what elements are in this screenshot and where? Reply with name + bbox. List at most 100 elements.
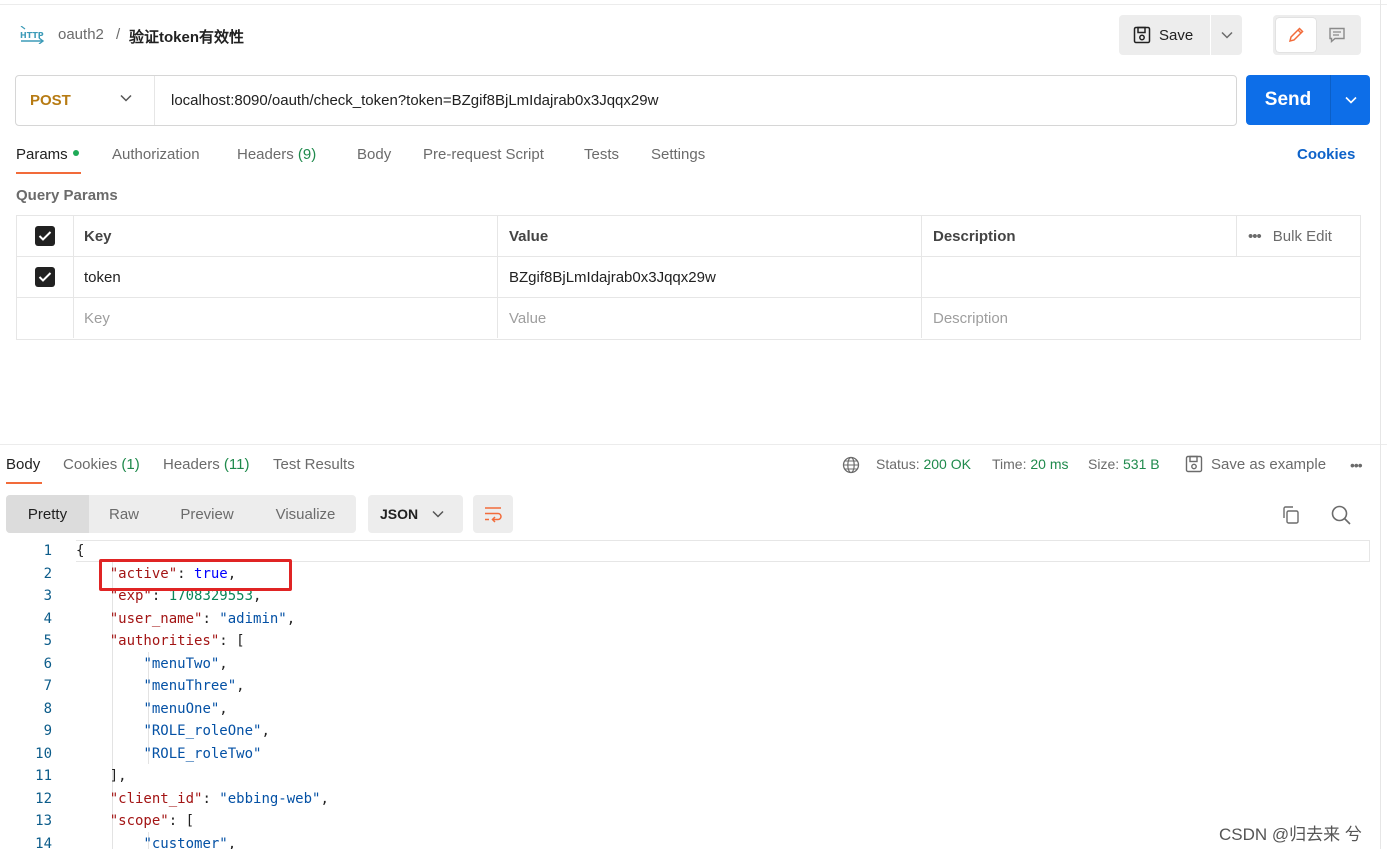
bulk-edit-link[interactable]: Bulk Edit xyxy=(1273,228,1332,245)
status-value: 200 OK xyxy=(923,456,971,472)
cookies-link[interactable]: Cookies xyxy=(1297,146,1355,163)
comment-mode-button[interactable] xyxy=(1316,18,1358,52)
line-number: 8 xyxy=(43,700,52,717)
status-readout[interactable]: Status: 200 OK xyxy=(876,456,971,472)
url-input[interactable]: localhost:8090/oauth/check_token?token=B… xyxy=(155,92,658,109)
view-visualize-button[interactable]: Visualize xyxy=(255,495,356,533)
check-icon xyxy=(38,231,52,241)
method-select[interactable]: POST xyxy=(16,76,155,125)
column-header-description: Description xyxy=(922,216,1237,256)
table-row: token BZgif8BjLmIdajrab0x3Jqqx29w xyxy=(17,257,1360,298)
column-header-key: Key xyxy=(74,216,498,256)
new-key-input[interactable]: Key xyxy=(74,298,498,338)
chevron-down-icon xyxy=(120,94,132,102)
code-line-text: "authorities": [ xyxy=(109,633,245,649)
line-number: 4 xyxy=(43,610,52,627)
tab-authorization[interactable]: Authorization xyxy=(112,146,200,163)
code-line-text: "menuThree", xyxy=(143,678,245,694)
line-number: 7 xyxy=(43,678,52,694)
view-mode-group: Pretty Raw Preview Visualize xyxy=(6,495,356,533)
new-description-input[interactable]: Description xyxy=(922,298,1360,338)
method-label: POST xyxy=(30,92,71,109)
tab-headers[interactable]: Headers (9) xyxy=(237,146,316,163)
table-header-row: Key Value Description ••• Bulk Edit xyxy=(17,216,1360,257)
line-number: 10 xyxy=(35,745,52,762)
line-number: 1 xyxy=(43,543,52,559)
request-tabs: Params Authorization Headers (9) Body Pr… xyxy=(0,138,1387,176)
code-line-text: "customer", xyxy=(143,835,237,849)
size-value: 531 B xyxy=(1123,456,1160,472)
breadcrumb-separator: / xyxy=(116,26,121,43)
code-line-text: { xyxy=(76,543,85,559)
http-request-icon: HTTP xyxy=(20,26,45,44)
copy-icon[interactable] xyxy=(1281,505,1301,525)
save-button[interactable]: Save xyxy=(1119,15,1210,55)
tab-prerequest-script[interactable]: Pre-request Script xyxy=(423,146,544,163)
tab-body[interactable]: Body xyxy=(357,146,391,163)
response-tab-headers[interactable]: Headers (11) xyxy=(163,456,249,473)
breadcrumb-collection[interactable]: oauth2 xyxy=(58,26,104,43)
size-readout[interactable]: Size: 531 B xyxy=(1088,456,1160,472)
row-checkbox-cell xyxy=(17,257,74,297)
time-value: 20 ms xyxy=(1030,456,1069,472)
size-label: Size: xyxy=(1088,456,1120,472)
request-name[interactable]: 验证token有效性 xyxy=(129,26,244,47)
send-options-button[interactable] xyxy=(1330,75,1370,125)
format-select[interactable]: JSON xyxy=(368,495,463,533)
query-params-title: Query Params xyxy=(16,187,118,204)
view-raw-button[interactable]: Raw xyxy=(89,495,159,533)
code-line-text: "menuOne", xyxy=(143,700,228,717)
line-number: 6 xyxy=(43,655,52,672)
param-description-input[interactable] xyxy=(922,257,1360,297)
request-header: HTTP oauth2 / 验证token有效性 Save xyxy=(0,5,1387,67)
new-value-input[interactable]: Value xyxy=(498,298,922,338)
response-tab-cookies[interactable]: Cookies (1) xyxy=(63,456,140,473)
send-button[interactable]: Send xyxy=(1246,75,1330,125)
code-line-text: "client_id": "ebbing-web", xyxy=(109,790,329,807)
response-tab-test-results[interactable]: Test Results xyxy=(273,456,355,473)
edit-mode-button[interactable] xyxy=(1276,18,1316,52)
wrap-lines-button[interactable] xyxy=(473,495,513,533)
response-tab-headers-label: Headers xyxy=(163,456,220,473)
view-pretty-button[interactable]: Pretty xyxy=(6,495,89,533)
response-tab-cookies-label: Cookies xyxy=(63,456,118,473)
more-options-icon[interactable]: ••• xyxy=(1350,457,1363,473)
view-preview-button[interactable]: Preview xyxy=(159,495,255,533)
param-key-input[interactable]: token xyxy=(74,257,498,297)
line-number: 9 xyxy=(43,723,52,739)
save-options-button[interactable] xyxy=(1210,15,1242,55)
more-options-icon[interactable]: ••• xyxy=(1248,228,1262,245)
query-params-table: Key Value Description ••• Bulk Edit toke… xyxy=(16,215,1361,340)
tab-tests[interactable]: Tests xyxy=(584,146,619,163)
column-header-value: Value xyxy=(498,216,922,256)
wrap-lines-icon xyxy=(485,507,502,523)
globe-icon[interactable] xyxy=(842,456,860,474)
window-edge xyxy=(1380,0,1381,849)
chevron-down-icon xyxy=(1344,96,1357,104)
code-line-text: "menuTwo", xyxy=(143,655,228,672)
line-number: 11 xyxy=(35,768,52,784)
response-tab-cookies-count: (1) xyxy=(121,456,140,473)
time-readout[interactable]: Time: 20 ms xyxy=(992,456,1069,472)
check-icon xyxy=(38,272,52,282)
tab-params[interactable]: Params xyxy=(16,146,79,163)
search-icon[interactable] xyxy=(1330,504,1352,526)
table-row-empty: Key Value Description xyxy=(17,298,1360,339)
params-active-dot xyxy=(72,150,79,157)
select-all-checkbox[interactable] xyxy=(35,226,55,246)
tab-settings[interactable]: Settings xyxy=(651,146,705,163)
row-checkbox[interactable] xyxy=(35,267,55,287)
chevron-down-icon xyxy=(1220,31,1233,39)
status-label: Status: xyxy=(876,456,920,472)
time-label: Time: xyxy=(992,456,1027,472)
line-number: 13 xyxy=(35,813,52,829)
code-line-text: "user_name": "adimin", xyxy=(109,610,296,627)
format-label: JSON xyxy=(380,506,419,522)
comment-icon xyxy=(1329,27,1345,44)
response-tab-body[interactable]: Body xyxy=(6,456,40,473)
response-tab-headers-count: (11) xyxy=(223,456,250,473)
param-value-input[interactable]: BZgif8BjLmIdajrab0x3Jqqx29w xyxy=(498,257,922,297)
save-as-example-button[interactable]: Save as example xyxy=(1185,455,1326,473)
tab-headers-label: Headers xyxy=(237,146,294,163)
line-number: 14 xyxy=(35,835,52,849)
